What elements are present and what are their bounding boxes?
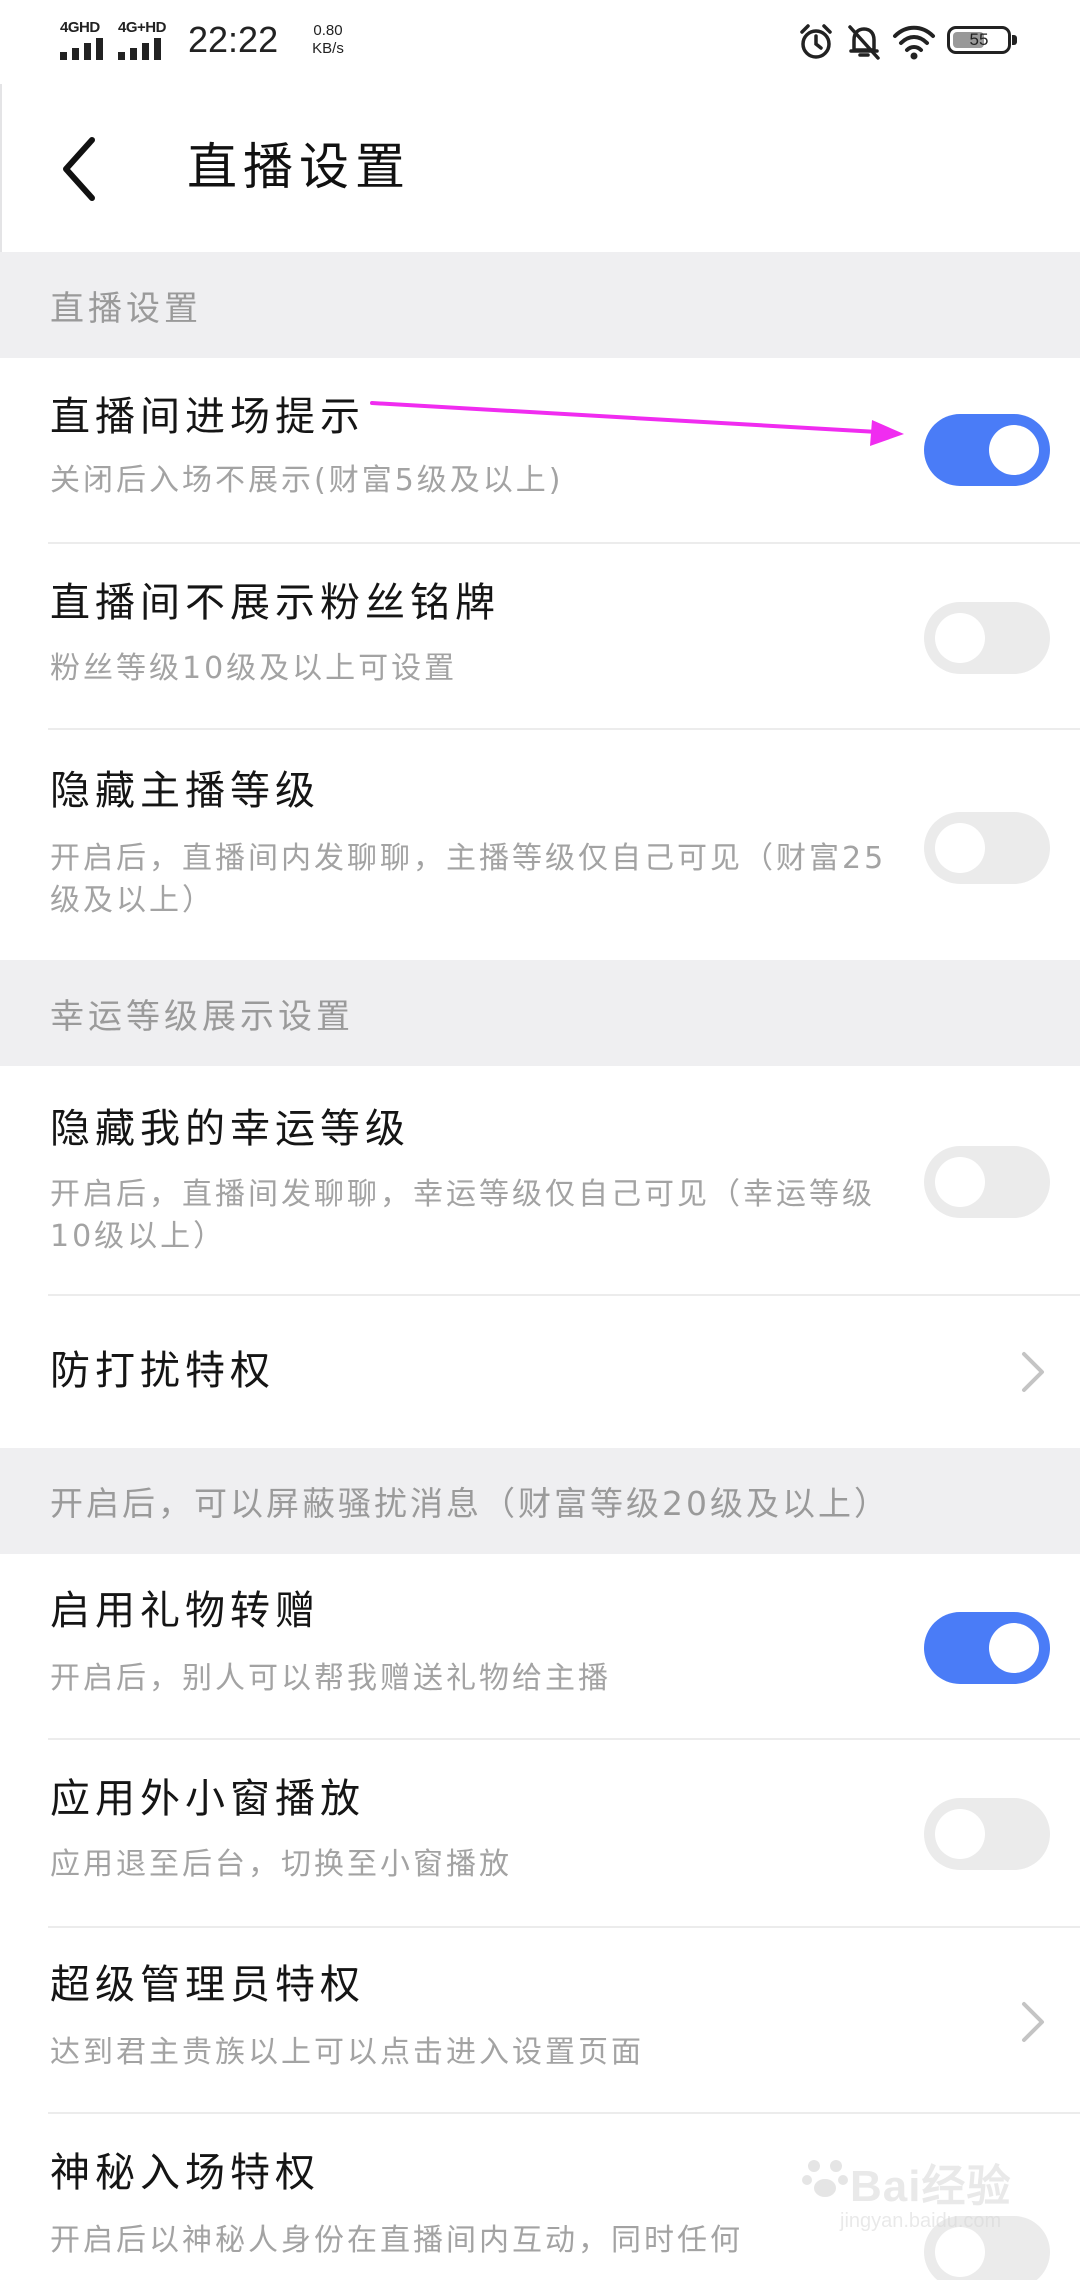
hide-fan-badge-toggle[interactable] <box>924 602 1050 674</box>
app-header: 直播设置 <box>0 84 1080 252</box>
network-speed-value: 0.80 <box>313 22 343 39</box>
battery-icon: 55 <box>947 26 1017 54</box>
chevron-right-icon[interactable] <box>1018 1998 1048 2046</box>
setting-row-hide-lucky-level[interactable]: 隐藏我的幸运等级 开启后，直播间发聊聊，幸运等级仅自己可见（幸运等级10级以上） <box>0 1066 1080 1296</box>
hide-lucky-level-toggle[interactable] <box>924 1146 1050 1218</box>
setting-row-hide-fan-badge[interactable]: 直播间不展示粉丝铭牌 粉丝等级10级及以上可设置 <box>0 544 1080 730</box>
gift-transfer-toggle[interactable] <box>924 1612 1050 1684</box>
setting-description: 开启后，直播间发聊聊，幸运等级仅自己可见（幸运等级10级以上） <box>50 1177 875 1254</box>
section-note-anti-disturb: 开启后，可以屏蔽骚扰消息（财富等级20级及以上） <box>0 1448 1080 1554</box>
chevron-right-icon[interactable] <box>1018 1348 1048 1396</box>
setting-description: 粉丝等级10级及以上可设置 <box>50 651 458 686</box>
section-header-lucky-level: 幸运等级展示设置 <box>0 960 1080 1066</box>
setting-title: 防打扰特权 <box>50 1348 275 1394</box>
setting-row-hide-anchor-level[interactable]: 隐藏主播等级 开启后，直播间内发聊聊，主播等级仅自己可见（财富25级及以上） <box>0 730 1080 960</box>
setting-title: 隐藏主播等级 <box>50 768 320 814</box>
watermark-url: jingyan.baidu.com <box>840 2210 1002 2232</box>
status-bar: 4GHD 4G+HD 22:22 0.80 KB/s 55 <box>0 0 1080 84</box>
mute-bell-icon <box>848 25 880 60</box>
setting-title: 神秘入场特权 <box>50 2150 320 2196</box>
mini-window-toggle[interactable] <box>924 1798 1050 1870</box>
setting-title: 直播间进场提示 <box>50 394 365 440</box>
back-chevron-icon[interactable] <box>52 134 112 204</box>
section-title: 直播设置 <box>50 288 202 329</box>
paw-icon <box>802 2160 848 2197</box>
page-title: 直播设置 <box>187 138 411 196</box>
hide-anchor-level-toggle[interactable] <box>924 812 1050 884</box>
setting-description: 开启后，直播间内发聊聊，主播等级仅自己可见（财富25级及以上） <box>50 841 887 918</box>
wifi-icon <box>893 25 935 60</box>
battery-level: 55 <box>969 30 989 49</box>
network-speed-unit: KB/s <box>312 40 344 57</box>
setting-row-mini-window[interactable]: 应用外小窗播放 应用退至后台，切换至小窗播放 <box>0 1740 1080 1928</box>
setting-description: 达到君主贵族以上可以点击进入设置页面 <box>50 2035 644 2070</box>
setting-row-gift-transfer[interactable]: 启用礼物转赠 开启后，别人可以帮我赠送礼物给主播 <box>0 1554 1080 1740</box>
setting-row-super-admin[interactable]: 超级管理员特权 达到君主贵族以上可以点击进入设置页面 <box>0 1928 1080 2114</box>
setting-description: 开启后以神秘人身份在直播间内互动，同时任何 <box>50 2223 743 2258</box>
setting-title: 应用外小窗播放 <box>50 1776 365 1822</box>
alarm-icon <box>800 24 832 59</box>
section-header-live-settings: 直播设置 <box>0 252 1080 358</box>
setting-title: 直播间不展示粉丝铭牌 <box>50 580 500 626</box>
signal-icon: 4GHD <box>60 20 122 60</box>
watermark-logo: Bai经验 jingyan.baidu.com <box>800 2140 1060 2250</box>
setting-row-entry-prompt[interactable]: 直播间进场提示 关闭后入场不展示(财富5级及以上) <box>0 358 1080 544</box>
setting-title: 隐藏我的幸运等级 <box>50 1106 410 1152</box>
clock: 22:22 <box>188 19 279 60</box>
setting-title: 超级管理员特权 <box>50 1962 365 2008</box>
signal-icon: 4G+HD <box>118 20 180 60</box>
setting-description: 应用退至后台，切换至小窗播放 <box>50 1847 512 1882</box>
setting-description: 关闭后入场不展示(财富5级及以上) <box>50 463 564 498</box>
setting-row-anti-disturb[interactable]: 防打扰特权 <box>0 1296 1080 1448</box>
network-type-label: 4G+HD <box>118 19 166 36</box>
setting-description: 开启后，别人可以帮我赠送礼物给主播 <box>50 1661 611 1696</box>
section-title: 幸运等级展示设置 <box>50 996 354 1037</box>
setting-title: 启用礼物转赠 <box>50 1588 320 1634</box>
network-type-label: 4GHD <box>60 19 100 36</box>
network-speed: 0.80 KB/s <box>298 22 358 58</box>
section-note: 开启后，可以屏蔽骚扰消息（财富等级20级及以上） <box>50 1484 890 1523</box>
entry-prompt-toggle[interactable] <box>924 414 1050 486</box>
watermark-text: Bai经验 <box>850 2162 1012 2211</box>
